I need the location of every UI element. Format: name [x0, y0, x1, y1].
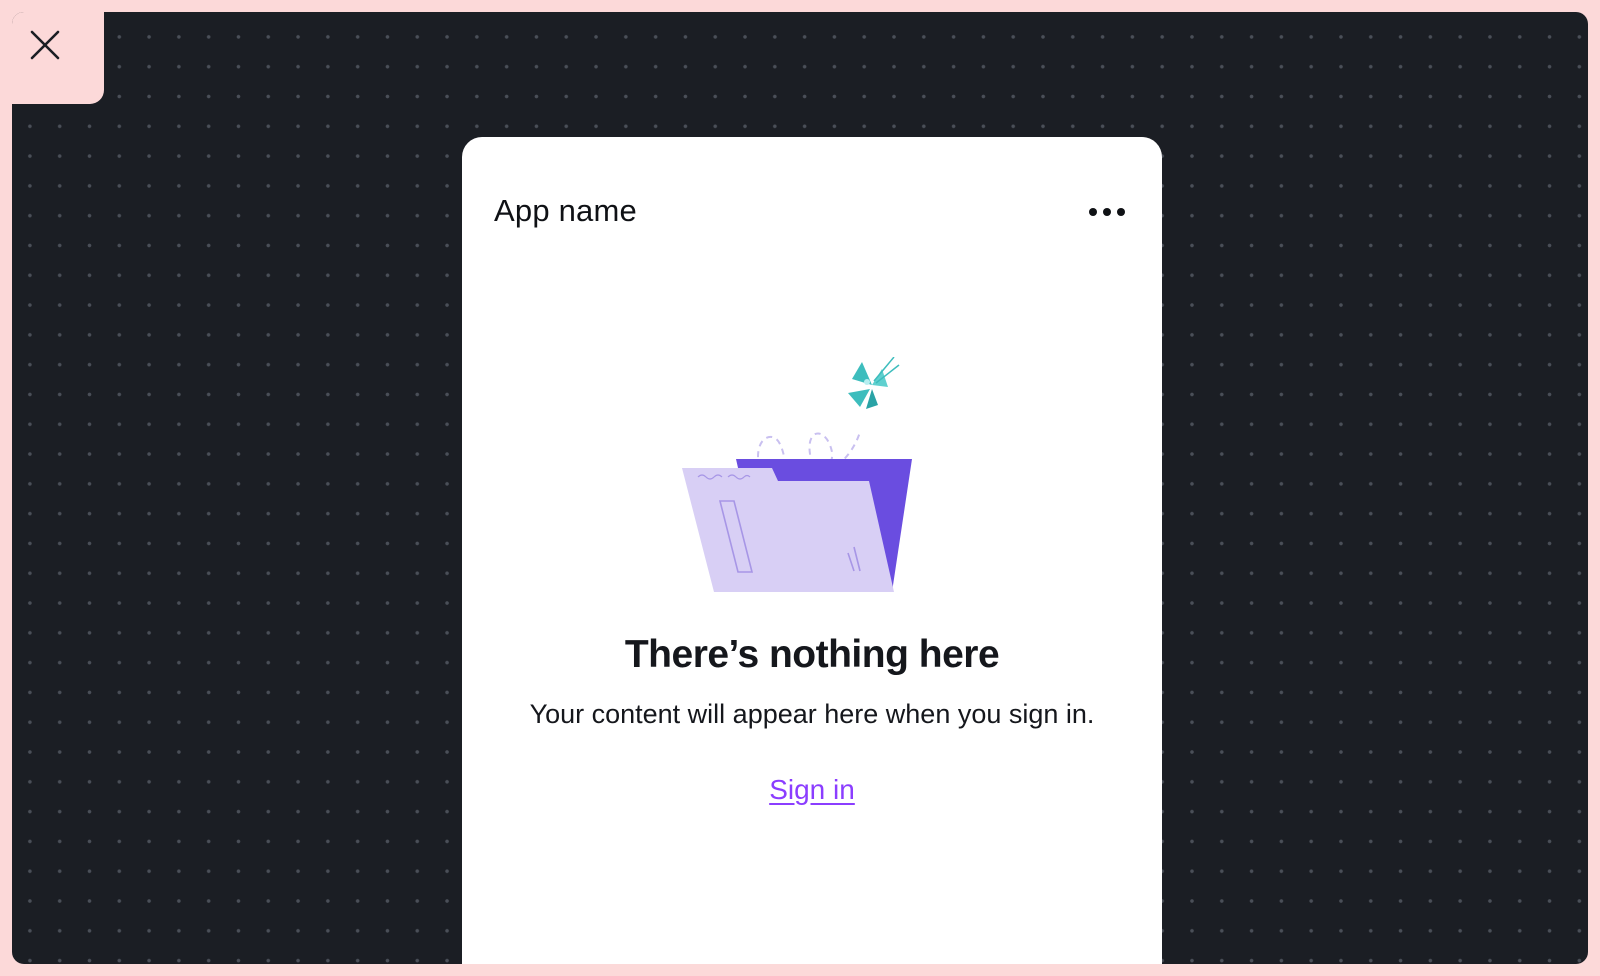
- more-options-button[interactable]: [1086, 189, 1130, 233]
- canvas-area: App name There’s nothing here Your conte…: [12, 12, 1588, 964]
- empty-folder-illustration: [682, 357, 912, 592]
- folder-front: [682, 468, 894, 592]
- sign-in-container: Sign in: [462, 774, 1162, 806]
- empty-state-message: Your content will appear here when you s…: [529, 699, 1095, 729]
- panel-header: App name: [494, 189, 1130, 233]
- app-panel: App name There’s nothing here Your conte…: [462, 137, 1162, 964]
- more-horizontal-icon: [1089, 208, 1125, 216]
- close-button[interactable]: [12, 12, 104, 104]
- empty-state-title: There’s nothing here: [624, 633, 1000, 676]
- app-name: App name: [494, 193, 637, 228]
- sign-in-link[interactable]: Sign in: [769, 774, 855, 805]
- close-icon: [30, 30, 60, 60]
- butterfly-icon: [848, 357, 900, 409]
